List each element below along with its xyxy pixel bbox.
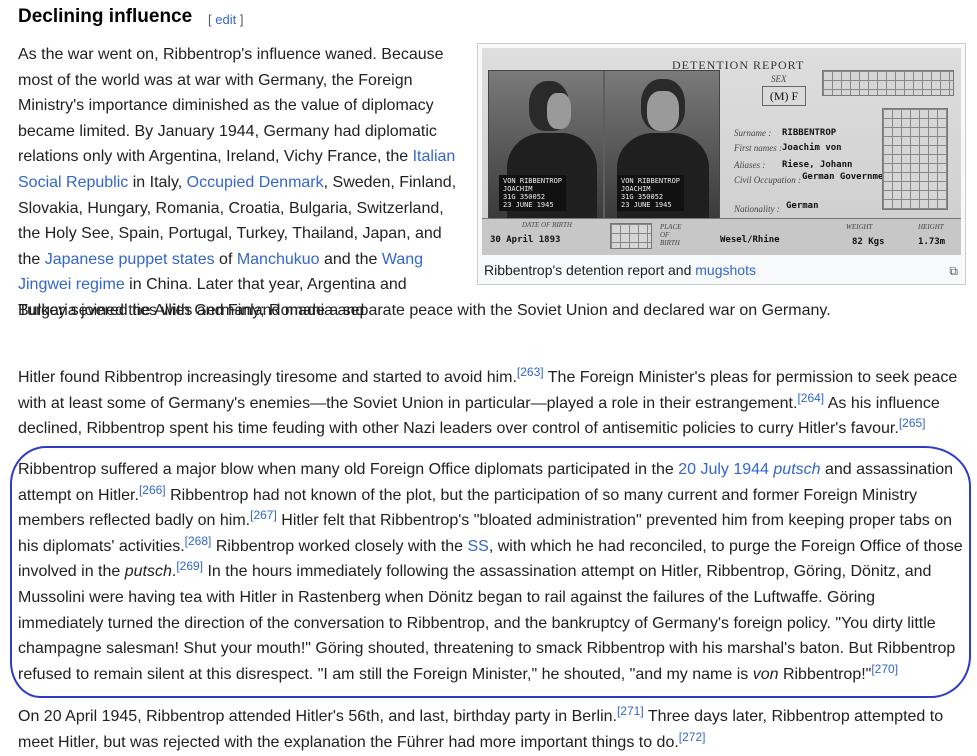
ref-266[interactable]: [266] — [139, 483, 166, 497]
first-names-value: Joachim von — [782, 143, 842, 153]
ref-263[interactable]: [263] — [517, 365, 544, 379]
height-label: HEIGHT — [918, 223, 944, 231]
dob-value: 30 April 1893 — [490, 235, 561, 245]
link-mugshots[interactable]: mugshots — [695, 262, 756, 278]
link-manchukuo[interactable]: Manchukuo — [237, 251, 320, 268]
paragraph-1: As the war went on, Ribbentrop's influen… — [18, 46, 457, 319]
figure-caption: Ribbentrop's detention report and mugsho… — [484, 262, 756, 278]
mugshot-photos: VON RIBBENTROP JOACHIM 31G 350052 23 JUN… — [488, 70, 720, 220]
nationality-label: Nationality : — [734, 204, 780, 214]
paragraph-2: Hitler found Ribbentrop increasingly tir… — [18, 365, 958, 438]
ref-272[interactable]: [272] — [679, 730, 706, 744]
link-20-july-plot[interactable]: 20 July 1944 putsch — [678, 461, 820, 478]
birthplace-label: PLACE OF BIRTH — [660, 223, 682, 247]
figure-thumbnail: DETENTION REPORT SEX (M) F VON RIBBENTRO… — [477, 43, 966, 285]
occupation-label: Civil Occupation : — [734, 175, 801, 185]
link-occupied-denmark[interactable]: Occupied Denmark — [187, 174, 324, 191]
mugshot-front: VON RIBBENTROP JOACHIM 31G 350052 23 JUN… — [605, 71, 719, 219]
edit-section: [ edit ] — [208, 12, 244, 27]
aliases-label: Aliases : — [734, 160, 766, 170]
birthplace-value: Wesel/Rhine — [720, 235, 780, 245]
link-ss[interactable]: SS — [468, 538, 489, 555]
first-names-label: First names : — [734, 143, 782, 153]
ref-264[interactable]: [264] — [797, 391, 824, 405]
surname-label: Surname : — [734, 128, 772, 138]
surname-value: RIBBENTROP — [782, 128, 837, 138]
paragraph-1-continued: Bulgaria joined the Allies and Finland m… — [18, 302, 831, 319]
section-heading: Declining influence — [18, 6, 193, 27]
ref-270[interactable]: [270] — [871, 662, 898, 676]
name-plate-left: VON RIBBENTROP JOACHIM 31G 350052 23 JUN… — [499, 175, 567, 211]
ref-267[interactable]: [267] — [250, 508, 277, 522]
occupation-value: German Government — [802, 172, 895, 182]
nationality-value: German — [786, 201, 819, 211]
edit-link[interactable]: edit — [215, 12, 236, 27]
weight-value: 82 Kgs — [852, 237, 885, 247]
ref-271[interactable]: [271] — [617, 704, 644, 718]
card-bottom-strip: DATE OF BIRTH 30 April 1893 PLACE OF BIR… — [482, 218, 961, 255]
sex-value: (M) F — [762, 86, 806, 106]
ref-268[interactable]: [268] — [185, 534, 212, 548]
weight-label: WEIGHT — [846, 223, 873, 231]
dob-label: DATE OF BIRTH — [522, 221, 572, 229]
link-japanese-puppet-states[interactable]: Japanese puppet states — [45, 251, 215, 268]
detention-report-image[interactable]: DETENTION REPORT SEX (M) F VON RIBBENTRO… — [482, 48, 961, 255]
enlarge-icon[interactable]: ⧉ — [949, 264, 958, 279]
paragraph-4: On 20 April 1945, Ribbentrop attended Hi… — [18, 704, 944, 751]
ref-265[interactable]: [265] — [899, 416, 926, 430]
aliases-value: Riese, Johann — [782, 160, 853, 170]
fingerprint-grid-top — [822, 70, 954, 96]
name-plate-right: VON RIBBENTROP JOACHIM 31G 350052 23 JUN… — [617, 175, 685, 211]
mugshot-profile: VON RIBBENTROP JOACHIM 31G 350052 23 JUN… — [489, 71, 603, 219]
height-value: 1.73m — [918, 237, 946, 247]
sex-label: SEX — [771, 74, 787, 84]
ref-269[interactable]: [269] — [176, 559, 203, 573]
paragraph-3: Ribbentrop suffered a major blow when ma… — [18, 461, 963, 683]
fingerprint-grid-side — [882, 108, 948, 210]
